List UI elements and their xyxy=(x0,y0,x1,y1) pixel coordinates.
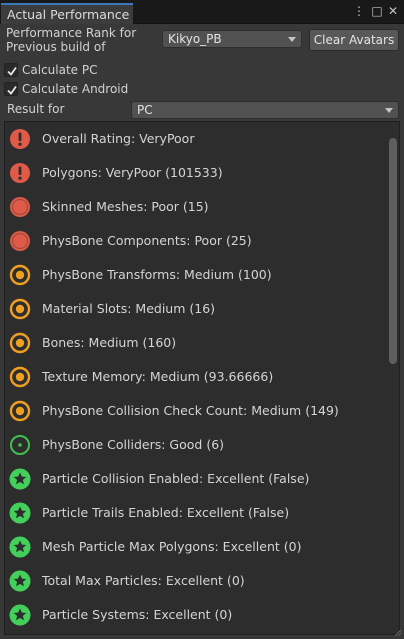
result-platform-dropdown[interactable]: PC xyxy=(131,101,399,119)
result-text: Particle Systems: Excellent (0) xyxy=(42,607,233,622)
result-text: Particle Trails Enabled: Excellent (Fals… xyxy=(42,505,290,520)
result-text: Overall Rating: VeryPoor xyxy=(42,131,195,146)
clear-avatars-button[interactable]: Clear Avatars xyxy=(309,29,399,51)
title-bar: Actual Performance ⋮ □ ✕ xyxy=(0,0,404,24)
result-row: Texture Memory: Medium (93.66666) xyxy=(5,360,389,394)
poor-dot-icon xyxy=(10,197,30,217)
result-row: Mesh Particle Max Polygons: Excellent (0… xyxy=(5,530,389,564)
result-text: PhysBone Components: Poor (25) xyxy=(42,233,252,248)
maximize-icon[interactable]: □ xyxy=(370,4,384,18)
result-platform-value: PC xyxy=(137,103,153,117)
rank-label-line2: Previous build of xyxy=(6,40,106,54)
performance-panel: Performance Rank for Previous build of K… xyxy=(0,24,404,639)
exclamation-icon xyxy=(10,129,30,149)
checkmark-icon xyxy=(7,85,17,95)
good-ring-icon xyxy=(10,435,30,455)
medium-ring-icon xyxy=(9,366,31,388)
chevron-down-icon xyxy=(288,37,296,42)
result-row: Total Max Particles: Excellent (0) xyxy=(5,564,389,598)
result-row: PhysBone Components: Poor (25) xyxy=(5,224,389,258)
calculate-pc-checkbox[interactable] xyxy=(4,63,18,77)
result-row: PhysBone Colliders: Good (6) xyxy=(5,428,389,462)
calculate-pc-label: Calculate PC xyxy=(22,63,98,77)
result-text: PhysBone Colliders: Good (6) xyxy=(42,437,225,452)
result-row: PhysBone Transforms: Medium (100) xyxy=(5,258,389,292)
result-text: Polygons: VeryPoor (101533) xyxy=(42,165,223,180)
result-text: Mesh Particle Max Polygons: Excellent (0… xyxy=(42,539,302,554)
medium-ring-icon xyxy=(9,298,31,320)
tab-actual-performance[interactable]: Actual Performance xyxy=(1,3,133,24)
result-row: Particle Trails Enabled: Excellent (Fals… xyxy=(5,496,389,530)
result-text: Bones: Medium (160) xyxy=(42,335,177,350)
avatar-dropdown[interactable]: Kikyo_PB xyxy=(162,30,302,48)
result-row: Bones: Medium (160) xyxy=(5,326,389,360)
result-row: PhysBone Collision Check Count: Medium (… xyxy=(5,394,389,428)
medium-ring-icon xyxy=(9,332,31,354)
result-row: Overall Rating: VeryPoor xyxy=(5,122,389,156)
result-row: Material Slots: Medium (16) xyxy=(5,292,389,326)
result-text: Skinned Meshes: Poor (15) xyxy=(42,199,209,214)
scrollbar-thumb[interactable] xyxy=(389,138,397,364)
result-row: Particle Systems: Excellent (0) xyxy=(5,598,389,632)
result-text: PhysBone Transforms: Medium (100) xyxy=(42,267,272,282)
result-text: Material Slots: Medium (16) xyxy=(42,301,216,316)
result-text: Total Max Particles: Excellent (0) xyxy=(42,573,245,588)
result-for-label: Result for xyxy=(7,102,65,116)
star-icon xyxy=(9,604,31,626)
result-row: Particle Collision Enabled: Excellent (F… xyxy=(5,462,389,496)
results-list[interactable]: Overall Rating: VeryPoor Polygons: VeryPo… xyxy=(4,121,400,635)
star-icon xyxy=(9,502,31,524)
checkmark-icon xyxy=(7,66,17,76)
star-icon xyxy=(9,570,31,592)
rank-label-line1: Performance Rank for xyxy=(6,26,137,40)
star-icon xyxy=(9,468,31,490)
result-text: PhysBone Collision Check Count: Medium (… xyxy=(42,403,339,418)
poor-dot-icon xyxy=(10,231,30,251)
medium-ring-icon xyxy=(9,400,31,422)
result-text: Particle Collision Enabled: Excellent (F… xyxy=(42,471,310,486)
more-menu-icon[interactable]: ⋮ xyxy=(352,4,366,18)
result-row: Skinned Meshes: Poor (15) xyxy=(5,190,389,224)
medium-ring-icon xyxy=(9,264,31,286)
star-icon xyxy=(9,536,31,558)
result-text: Texture Memory: Medium (93.66666) xyxy=(42,369,274,384)
calculate-android-label: Calculate Android xyxy=(22,82,129,96)
chevron-down-icon xyxy=(385,108,393,113)
result-row: Polygons: VeryPoor (101533) xyxy=(5,156,389,190)
exclamation-icon xyxy=(10,163,30,183)
vertical-scrollbar[interactable] xyxy=(388,123,398,633)
resize-grip-icon[interactable] xyxy=(392,627,402,637)
calculate-android-checkbox[interactable] xyxy=(4,82,18,96)
avatar-dropdown-value: Kikyo_PB xyxy=(168,32,222,46)
close-icon[interactable]: ✕ xyxy=(386,4,400,18)
